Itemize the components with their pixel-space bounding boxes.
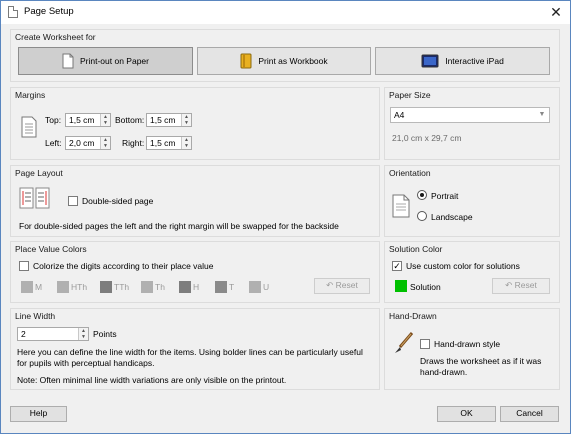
print-workbook-button[interactable]: Print as Workbook xyxy=(197,47,371,75)
paper-size-title: Paper Size xyxy=(389,90,431,100)
left-spin-arrows[interactable]: ▲ ▼ xyxy=(100,137,110,149)
custom-color-label: Use custom color for solutions xyxy=(406,261,520,271)
bottom-label: Bottom: xyxy=(115,115,145,125)
page-setup-dialog: Page Setup ✕ Create Worksheet for Print-… xyxy=(0,0,571,434)
colorize-checkbox[interactable] xyxy=(19,261,29,271)
swatch-u-label: U xyxy=(263,282,270,292)
right-label: Right: xyxy=(122,138,145,148)
bottom-value: 1,5 cm xyxy=(150,115,176,125)
paper-size-value: A4 xyxy=(394,110,405,120)
page-margins-icon xyxy=(21,116,37,138)
place-value-title: Place Value Colors xyxy=(15,244,87,254)
place-value-reset-label: Reset xyxy=(335,280,358,290)
help-button[interactable]: Help xyxy=(10,406,67,422)
top-spin-arrows[interactable]: ▲ ▼ xyxy=(100,114,110,126)
page-layout-title: Page Layout xyxy=(15,168,63,178)
swatch-t[interactable] xyxy=(215,281,227,293)
print-workbook-label: Print as Workbook xyxy=(258,56,328,66)
hand-drawn-group: Hand-Drawn Hand-drawn style Draws the wo… xyxy=(384,308,560,390)
paper-dimensions: 21,0 cm x 29,7 cm xyxy=(392,133,462,143)
left-value: 2,0 cm xyxy=(69,138,95,148)
double-sided-note: For double-sided pages the left and the … xyxy=(19,221,339,231)
bottom-margin-spinner[interactable]: 1,5 cm ▲ ▼ xyxy=(146,113,192,127)
orientation-group: Orientation Portrait Landscape xyxy=(384,165,560,237)
swatch-hth[interactable] xyxy=(57,281,69,293)
ipad-icon xyxy=(421,54,439,68)
hand-drawn-checkbox[interactable] xyxy=(420,339,430,349)
swatch-th[interactable] xyxy=(141,281,153,293)
swatch-tth-label: TTh xyxy=(114,282,130,292)
hand-drawn-title: Hand-Drawn xyxy=(389,311,437,321)
paper-size-group: Paper Size A4 ▼ 21,0 cm x 29,7 cm xyxy=(384,87,560,160)
solution-swatch[interactable] xyxy=(395,280,407,292)
portrait-label: Portrait xyxy=(431,191,459,201)
line-width-group: Line Width 2 ▲ ▼ Points Here you can defin… xyxy=(10,308,380,390)
bottom-spin-arrows[interactable]: ▲ ▼ xyxy=(181,114,191,126)
swatch-u[interactable] xyxy=(249,281,261,293)
title-bar: Page Setup ✕ xyxy=(1,1,570,24)
paper-icon xyxy=(62,53,74,69)
interactive-ipad-button[interactable]: Interactive iPad xyxy=(375,47,550,75)
right-spin-arrows[interactable]: ▲ ▼ xyxy=(181,137,191,149)
top-label: Top: xyxy=(45,115,62,125)
print-paper-label: Print-out on Paper xyxy=(80,56,149,66)
top-margin-spinner[interactable]: 1,5 cm ▲ ▼ xyxy=(65,113,111,127)
paper-size-select[interactable]: A4 ▼ xyxy=(390,107,550,123)
double-sided-checkbox[interactable] xyxy=(68,196,78,206)
swatch-h[interactable] xyxy=(179,281,191,293)
reset-icon: ↶ xyxy=(505,280,515,290)
brush-icon xyxy=(395,332,414,353)
landscape-label: Landscape xyxy=(431,212,473,222)
solution-swatch-label: Solution xyxy=(410,282,441,292)
line-width-value: 2 xyxy=(21,329,26,339)
orientation-title: Orientation xyxy=(389,168,431,178)
right-value: 1,5 cm xyxy=(150,138,176,148)
top-value: 1,5 cm xyxy=(69,115,95,125)
swatch-m[interactable] xyxy=(21,281,33,293)
line-width-spinner[interactable]: 2 ▲ ▼ xyxy=(17,327,89,341)
window-title: Page Setup xyxy=(24,6,74,17)
margins-group: Margins Top: 1,5 cm ▲ ▼ Bottom: 1,5 cm ▲ ▼ L… xyxy=(10,87,380,160)
workbook-icon xyxy=(240,53,252,69)
right-margin-spinner[interactable]: 1,5 cm ▲ ▼ xyxy=(146,136,192,150)
margins-group-title: Margins xyxy=(15,90,46,100)
line-width-spin-arrows[interactable]: ▲ ▼ xyxy=(78,328,88,340)
worksheet-group-title: Create Worksheet for xyxy=(15,32,96,42)
double-sided-pages-icon xyxy=(19,187,50,209)
ok-button[interactable]: OK xyxy=(437,406,496,422)
swatch-h-label: H xyxy=(193,282,200,292)
double-sided-label: Double-sided page xyxy=(82,196,154,206)
custom-color-checkbox[interactable]: ✓ xyxy=(392,261,402,271)
hand-drawn-description: Draws the worksheet as if it was hand-dr… xyxy=(420,356,542,377)
swatch-t-label: T xyxy=(229,282,235,292)
left-margin-spinner[interactable]: 2,0 cm ▲ ▼ xyxy=(65,136,111,150)
left-label: Left: xyxy=(45,138,62,148)
line-width-unit: Points xyxy=(93,329,117,339)
landscape-radio[interactable] xyxy=(417,211,427,221)
hand-drawn-label: Hand-drawn style xyxy=(434,339,501,349)
page-layout-group: Page Layout Double-sided page For double… xyxy=(10,165,380,237)
solution-reset-label: Reset xyxy=(514,280,537,290)
line-width-note: Note: Often minimal line width variation… xyxy=(17,375,287,385)
interactive-ipad-label: Interactive iPad xyxy=(445,56,504,66)
colorize-label: Colorize the digits according to their p… xyxy=(33,261,214,271)
document-icon xyxy=(8,6,18,18)
swatch-tth[interactable] xyxy=(100,281,112,293)
reset-icon: ↶ xyxy=(326,280,336,290)
swatch-hth-label: HTh xyxy=(71,282,88,292)
close-icon[interactable]: ✕ xyxy=(546,3,566,21)
line-width-title: Line Width xyxy=(15,311,56,321)
print-paper-button[interactable]: Print-out on Paper xyxy=(18,47,193,75)
chevron-down-icon[interactable]: ▼ xyxy=(535,108,549,122)
worksheet-group: Create Worksheet for Print-out on Paper … xyxy=(10,29,560,82)
line-width-description: Here you can define the line width for t… xyxy=(17,347,363,368)
portrait-radio[interactable] xyxy=(417,190,427,200)
portrait-page-icon xyxy=(392,194,410,218)
swatch-th-label: Th xyxy=(155,282,165,292)
place-value-reset-button[interactable]: ↶ Reset xyxy=(314,278,370,294)
solution-reset-button[interactable]: ↶ Reset xyxy=(492,278,550,294)
swatch-m-label: M xyxy=(35,282,43,292)
solution-color-title: Solution Color xyxy=(389,244,443,254)
cancel-button[interactable]: Cancel xyxy=(500,406,559,422)
